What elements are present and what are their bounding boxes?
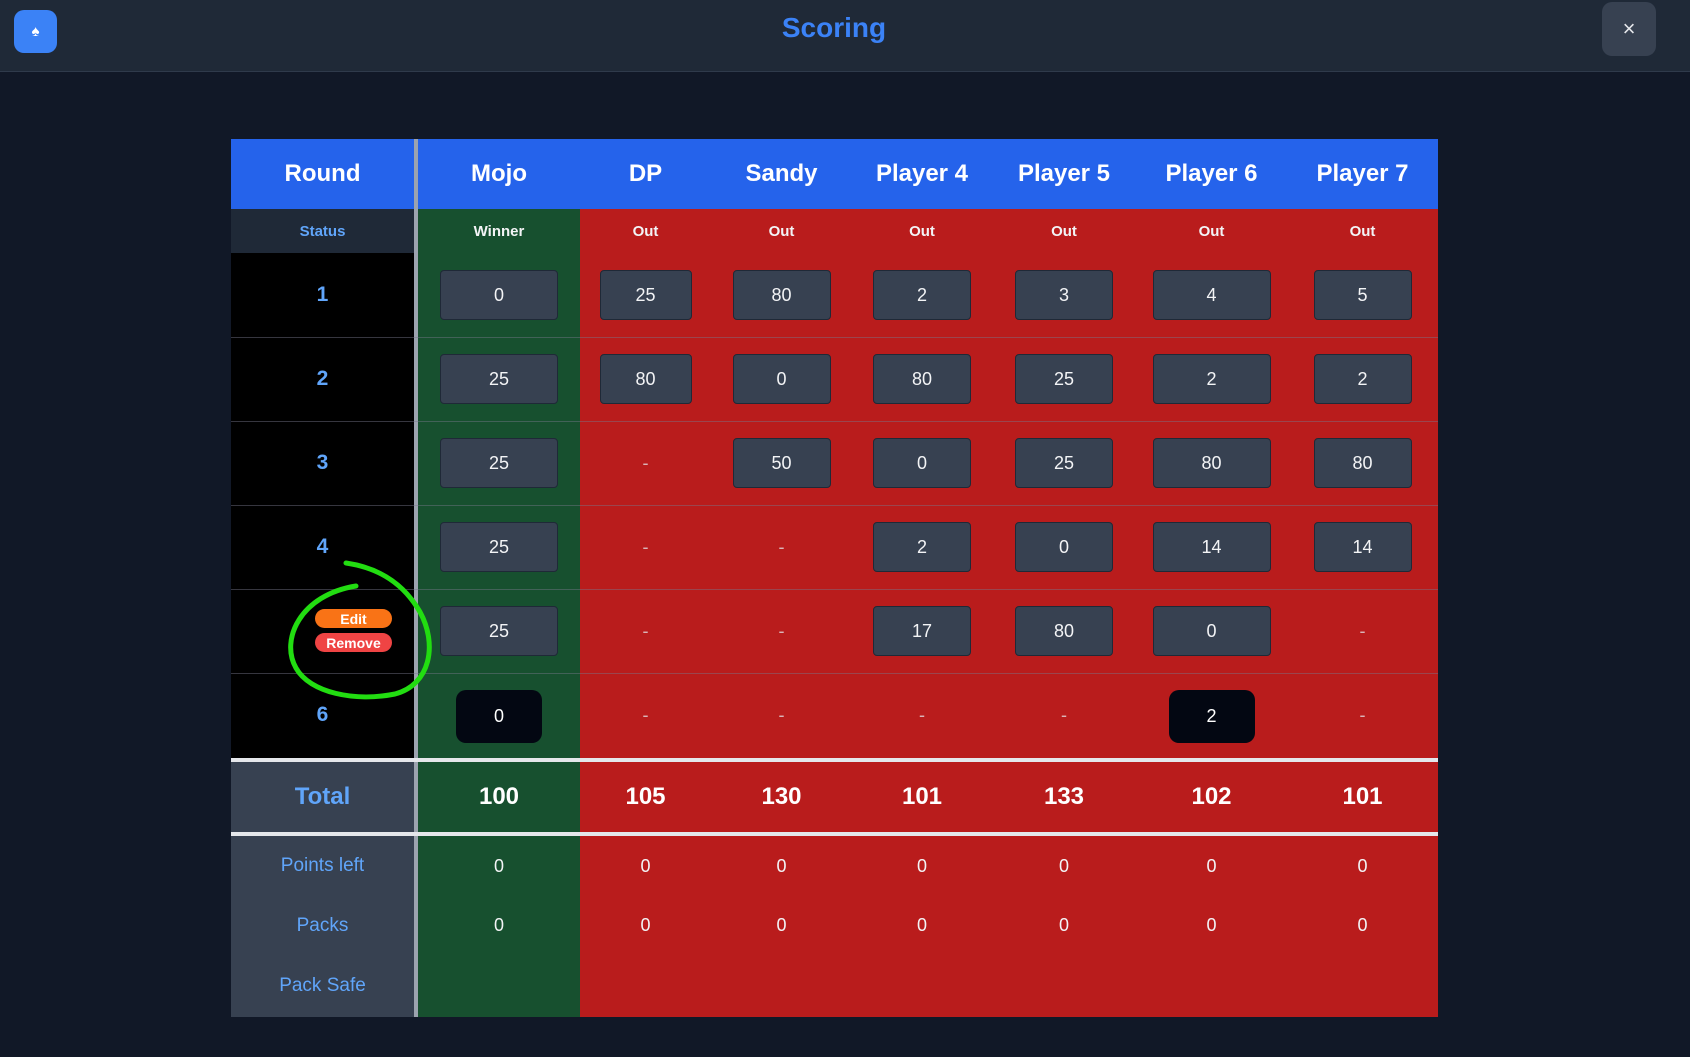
score-box[interactable]: 5 — [1313, 270, 1412, 320]
packs-value: 0 — [640, 915, 651, 935]
player-total: 133 — [1043, 783, 1085, 810]
points-left-value: 0 — [776, 855, 787, 876]
packs-label: Packs — [296, 914, 349, 936]
score-box[interactable]: 14 — [1152, 522, 1271, 572]
empty-score: - — [1359, 620, 1366, 641]
score-input[interactable]: 2 — [1168, 690, 1255, 743]
score-input[interactable]: 0 — [456, 690, 542, 743]
empty-score: - — [642, 620, 649, 641]
packs-value: 0 — [1357, 915, 1368, 935]
score-box[interactable]: 0 — [1152, 606, 1271, 656]
points-left-value: 0 — [1357, 855, 1368, 876]
player-status: Out — [632, 222, 659, 240]
pack-safe-label: Pack Safe — [279, 975, 366, 996]
score-box[interactable]: 0 — [732, 354, 831, 404]
player-total: 102 — [1191, 783, 1232, 810]
score-box[interactable]: 50 — [732, 438, 831, 488]
packs-value: 0 — [493, 915, 504, 935]
score-box[interactable]: 80 — [732, 270, 831, 320]
empty-score: - — [642, 704, 649, 725]
player-status: Out — [1349, 222, 1376, 240]
player-status: Out — [1051, 222, 1077, 240]
player-total: 105 — [625, 783, 666, 810]
round-number: 1 — [316, 283, 329, 306]
empty-score: - — [919, 704, 925, 725]
points-left-value: 0 — [1058, 855, 1069, 876]
points-left-value: 0 — [916, 855, 927, 876]
score-box[interactable]: 2 — [1313, 354, 1412, 404]
score-box[interactable]: 2 — [873, 270, 971, 320]
edit-round-button[interactable]: Edit — [315, 609, 392, 628]
round-number: 2 — [316, 367, 329, 390]
page-title: Scoring — [781, 12, 887, 43]
score-box[interactable]: 0 — [1015, 522, 1113, 572]
player-name-header: Player 7 — [1316, 160, 1409, 187]
total-label: Total — [294, 783, 351, 810]
score-box[interactable]: 80 — [1152, 438, 1271, 488]
score-box[interactable]: 0 — [873, 438, 971, 488]
player-total: 100 — [478, 783, 520, 810]
player-status: Winner — [473, 222, 525, 240]
round-number — [231, 589, 414, 673]
empty-score: - — [778, 620, 785, 641]
close-button[interactable]: × — [1602, 2, 1656, 56]
packs-value: 0 — [1058, 915, 1069, 935]
remove-round-button[interactable]: Remove — [315, 633, 392, 652]
score-box[interactable]: 25 — [440, 354, 558, 404]
points-left-label: Points left — [280, 855, 365, 876]
score-box[interactable]: 80 — [1015, 606, 1113, 656]
score-box[interactable]: 25 — [1015, 438, 1113, 488]
points-left-value: 0 — [640, 855, 651, 876]
player-status: Out — [768, 222, 795, 240]
score-box[interactable]: 17 — [873, 606, 971, 656]
player-status: Out — [1198, 222, 1225, 240]
player-status: Out — [909, 222, 935, 240]
player-name-header: Mojo — [471, 160, 527, 187]
round-number: 4 — [316, 535, 329, 558]
scoring-table: Round Status Mojo Winner DP Out Sandy Out Play… — [231, 139, 1438, 1017]
player-name-header: DP — [628, 160, 663, 187]
score-box[interactable]: 0 — [440, 270, 558, 320]
score-box[interactable]: 80 — [599, 354, 692, 404]
player-name-header: Sandy — [745, 160, 818, 187]
score-box[interactable]: 14 — [1313, 522, 1412, 572]
player-name-header: Player 5 — [1017, 160, 1111, 187]
score-box[interactable]: 25 — [440, 522, 558, 572]
round-number: 3 — [316, 451, 329, 474]
score-box[interactable]: 2 — [873, 522, 971, 572]
round-header: Round — [284, 160, 361, 187]
packs-value: 0 — [916, 915, 927, 935]
player-name-header: Player 4 — [875, 160, 969, 187]
score-box[interactable]: 2 — [1152, 354, 1271, 404]
empty-score: - — [778, 704, 785, 725]
score-box[interactable]: 25 — [599, 270, 692, 320]
player-name-header: Player 6 — [1165, 160, 1258, 187]
score-box[interactable]: 80 — [873, 354, 971, 404]
empty-score: - — [642, 452, 649, 473]
points-left-value: 0 — [493, 855, 504, 876]
empty-score: - — [1359, 704, 1366, 725]
empty-score: - — [778, 536, 785, 557]
packs-value: 0 — [776, 915, 787, 935]
player-total: 130 — [761, 783, 802, 810]
empty-score: - — [1061, 704, 1067, 725]
round-number: 6 — [316, 703, 329, 726]
empty-score: - — [642, 536, 649, 557]
score-box[interactable]: 25 — [1015, 354, 1113, 404]
player-total: 101 — [1342, 783, 1383, 810]
points-left-value: 0 — [1206, 855, 1217, 876]
status-label: Status — [299, 222, 346, 240]
packs-value: 0 — [1206, 915, 1217, 935]
score-box[interactable]: 3 — [1015, 270, 1113, 320]
top-bar: ♠ Scoring × — [0, 0, 1690, 72]
player-total: 101 — [901, 783, 943, 810]
score-box[interactable]: 25 — [440, 438, 558, 488]
score-box[interactable]: 80 — [1313, 438, 1412, 488]
score-box[interactable]: 25 — [440, 606, 558, 656]
score-box[interactable]: 4 — [1152, 270, 1271, 320]
